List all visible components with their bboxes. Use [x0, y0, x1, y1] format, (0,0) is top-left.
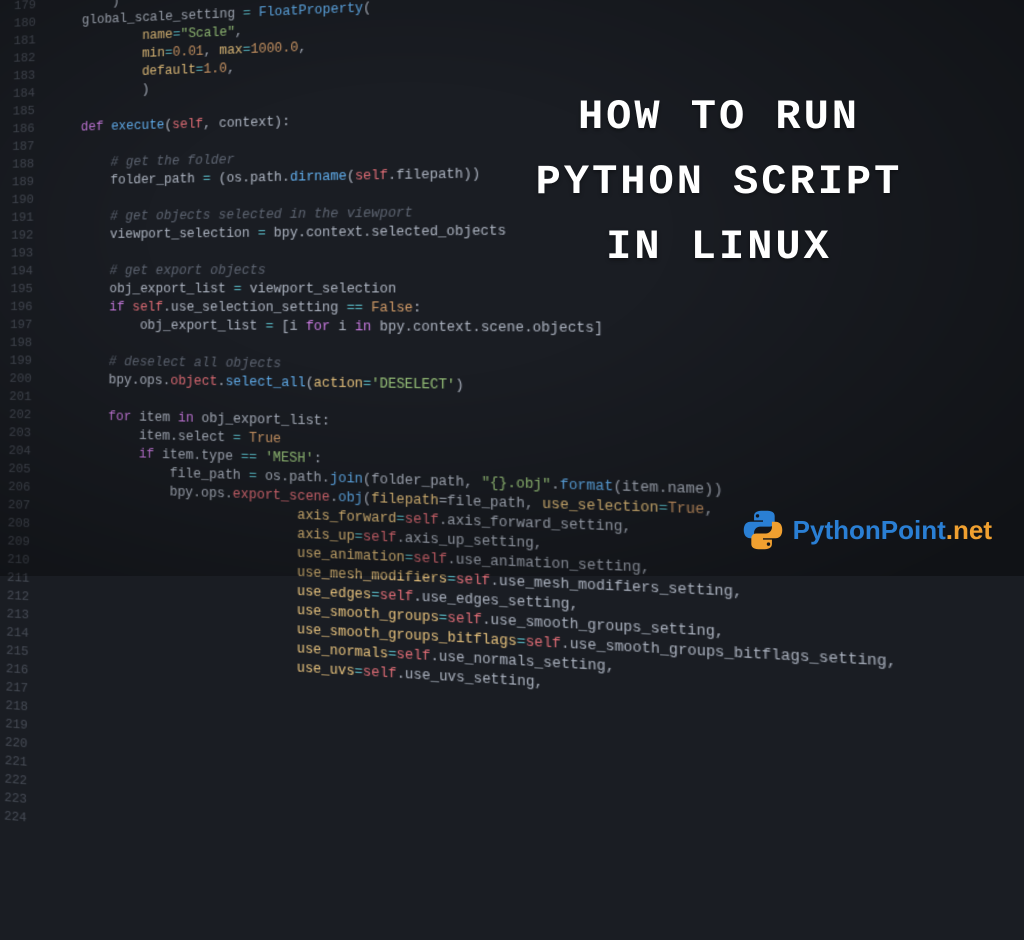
article-headline: HOW TO RUN PYTHON SCRIPT IN LINUX	[464, 85, 974, 280]
line-number: 185	[2, 103, 35, 122]
line-number: 206	[0, 478, 31, 497]
line-number: 224	[0, 807, 27, 828]
line-number: 188	[1, 156, 34, 174]
line-number: 208	[0, 514, 30, 533]
line-number: 221	[0, 751, 27, 772]
line-number: 191	[1, 209, 34, 227]
line-number: 219	[0, 715, 28, 736]
line-number: 180	[3, 14, 36, 33]
headline-line-1: HOW TO RUN	[464, 85, 974, 150]
headline-line-3: IN LINUX	[464, 215, 974, 280]
logo-word-python: Python	[793, 515, 881, 545]
line-number: 183	[3, 67, 36, 86]
brand-logo-text: PythonPoint.net	[793, 515, 992, 546]
line-number: 179	[3, 0, 36, 16]
brand-logo: PythonPoint.net	[741, 508, 992, 552]
line-number: 215	[0, 641, 29, 661]
line-number: 182	[3, 50, 36, 69]
line-number: 201	[0, 388, 32, 407]
line-number: 209	[0, 532, 30, 552]
line-number: 210	[0, 550, 30, 570]
python-logo-icon	[741, 508, 785, 552]
line-number: 186	[2, 120, 35, 139]
line-number: 213	[0, 605, 29, 625]
line-number: 222	[0, 770, 27, 791]
line-number: 212	[0, 587, 29, 607]
line-number: 211	[0, 569, 30, 589]
line-number: 192	[1, 227, 34, 245]
line-number: 216	[0, 660, 28, 680]
line-number: 205	[0, 460, 31, 479]
logo-word-point: Point	[881, 515, 946, 545]
line-number: 181	[3, 32, 36, 51]
line-number: 217	[0, 678, 28, 699]
line-number: 195	[0, 281, 33, 299]
line-number: 214	[0, 623, 29, 643]
line-number: 202	[0, 406, 31, 425]
line-number: 184	[2, 85, 35, 104]
logo-word-net: .net	[946, 515, 992, 545]
line-number: 193	[0, 245, 33, 263]
line-number: 198	[0, 334, 32, 352]
line-number: 197	[0, 316, 32, 334]
line-number: 218	[0, 696, 28, 717]
line-number: 200	[0, 370, 32, 388]
line-number: 220	[0, 733, 28, 754]
line-number: 196	[0, 298, 33, 316]
line-number: 187	[2, 138, 35, 156]
line-numbers-gutter: 1771781791801811821831841851861871881891…	[0, 0, 43, 829]
line-number: 194	[0, 263, 33, 281]
line-number: 190	[1, 191, 34, 209]
line-number: 199	[0, 352, 32, 370]
line-number: 204	[0, 442, 31, 461]
headline-line-2: PYTHON SCRIPT	[464, 150, 974, 215]
line-number: 203	[0, 424, 31, 443]
code-line: obj_export_list = viewport_selection	[49, 280, 890, 300]
line-number: 207	[0, 496, 30, 515]
line-number: 223	[0, 788, 27, 809]
line-number: 189	[1, 174, 34, 192]
